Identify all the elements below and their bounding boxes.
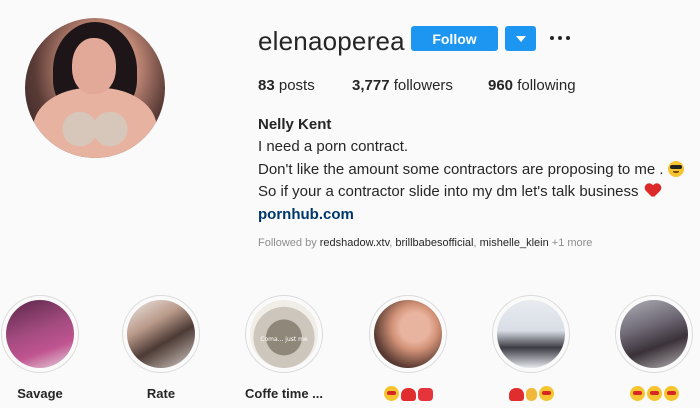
highlight-emoji-1[interactable] (368, 295, 448, 402)
posts-label: posts (278, 77, 315, 94)
heart-emoji-icon (508, 388, 524, 401)
followed-by-prefix: Followed by (258, 237, 317, 249)
bio-website-link[interactable]: pornhub.com (258, 206, 354, 223)
highlight-ring (369, 295, 447, 373)
highlight-ring (492, 295, 570, 373)
profile-username: elenaoperea (258, 26, 405, 56)
more-dot-icon (566, 36, 570, 40)
face-emoji-icon (538, 386, 554, 401)
highlight-savage[interactable]: Savage (0, 295, 80, 402)
posts-stat: 83 posts (258, 77, 315, 94)
highlight-emoji-2[interactable] (491, 295, 571, 402)
bio-line: Don't like the amount some contractors a… (258, 161, 684, 178)
bio-name: Nelly Kent (258, 116, 332, 133)
highlight-label: Savage (17, 386, 63, 401)
bio-line: So if your a contractor slide into my dm… (258, 183, 661, 200)
highlight-emoji-label (614, 386, 694, 402)
highlight-ring (1, 295, 79, 373)
follow-button[interactable]: Follow (411, 26, 498, 51)
heart-emoji-icon (400, 388, 416, 401)
followed-by-user[interactable]: mishelle_klein (480, 237, 549, 249)
following-count: 960 (488, 77, 514, 94)
highlight-label: Coffe time ... (244, 386, 323, 401)
sunglasses-emoji-icon (667, 161, 684, 177)
face-emoji-icon (383, 386, 399, 401)
followed-by-more[interactable]: +1 more (552, 237, 593, 249)
followed-by[interactable]: Followed by redshadow.xtv, brillbabesoff… (258, 237, 592, 249)
highlight-ring (122, 295, 200, 373)
followers-label: followers (393, 77, 453, 94)
followers-count: 3,777 (352, 77, 390, 94)
bio-line-text: Don't like the amount some contractors a… (258, 161, 664, 178)
bio-line-text: So if your a contractor slide into my dm… (258, 183, 639, 200)
heart-eyes-emoji-icon (646, 386, 662, 401)
highlight-thumbnail (374, 300, 442, 368)
heart-eyes-emoji-icon (629, 386, 645, 401)
more-dot-icon (558, 36, 562, 40)
avatar-top (57, 110, 133, 148)
bio-line: I need a porn contract. (258, 138, 409, 155)
following-label: following (517, 77, 576, 94)
highlight-rate[interactable]: Rate (121, 295, 201, 402)
followed-by-user[interactable]: brillbabesofficial (395, 237, 473, 249)
highlight-thumbnail (497, 300, 565, 368)
followers-stat[interactable]: 3,777 followers (352, 77, 453, 94)
followed-by-user[interactable]: redshadow.xtv (320, 237, 390, 249)
more-options-button[interactable] (549, 30, 571, 46)
highlight-emoji-label (368, 386, 448, 402)
heart-emoji-icon (645, 184, 661, 198)
ok-hand-emoji-icon (525, 388, 537, 401)
heart-eyes-emoji-icon (663, 386, 679, 401)
following-stat[interactable]: 960 following (488, 77, 576, 94)
highlight-ring (615, 295, 693, 373)
avatar-face (72, 38, 116, 94)
highlight-thumbnail (620, 300, 688, 368)
highlight-thumbnail (127, 300, 195, 368)
more-dot-icon (550, 36, 554, 40)
highlight-thumbnail (6, 300, 74, 368)
thumbnail-caption: Coma... just me (260, 336, 308, 343)
highlight-emoji-3[interactable] (614, 295, 694, 402)
highlight-thumbnail: Coma... just me (250, 300, 318, 368)
bio-link-line: pornhub.com (258, 206, 354, 223)
story-highlights: Savage Rate Coma... just me Coffe time .… (0, 295, 700, 408)
highlight-coffe-time[interactable]: Coma... just me Coffe time ... (244, 295, 324, 402)
highlight-emoji-label (491, 386, 571, 402)
highlight-ring: Coma... just me (245, 295, 323, 373)
lips-emoji-icon (417, 388, 433, 401)
posts-count: 83 (258, 77, 275, 94)
suggested-accounts-button[interactable] (505, 26, 536, 51)
profile-avatar[interactable] (25, 18, 165, 158)
chevron-down-icon (516, 36, 526, 42)
highlight-label: Rate (146, 386, 176, 401)
